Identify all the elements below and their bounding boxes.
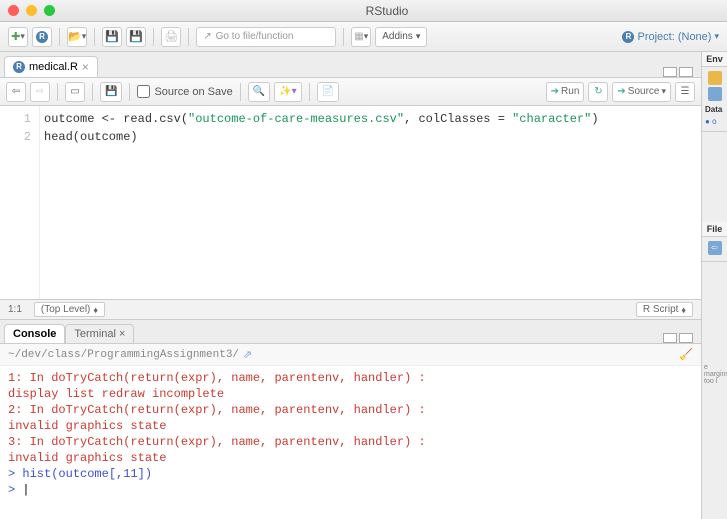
files-pane-tab[interactable]: File [702, 222, 727, 237]
console-cursor[interactable]: | [22, 483, 29, 497]
filetype-selector[interactable]: R Script ♦ [636, 302, 693, 317]
code-area[interactable]: outcome <- read.csv("outcome-of-care-mea… [40, 106, 599, 299]
console-output[interactable]: 1: In doTryCatch(return(expr), name, par… [0, 366, 701, 519]
goto-file-input[interactable]: ↗ Go to file/function [196, 27, 336, 47]
new-file-button[interactable]: ✚▾ [8, 27, 28, 47]
save-all-button[interactable]: 💾 [126, 27, 146, 47]
new-project-button[interactable]: R [32, 27, 52, 47]
minimize-pane-button[interactable] [663, 67, 677, 77]
line-gutter: 12 [0, 106, 40, 299]
minimize-console-button[interactable] [663, 333, 677, 343]
show-in-new-window-button[interactable]: ▭ [65, 82, 85, 102]
console-line: invalid graphics state [8, 450, 693, 466]
source-on-save-label: Source on Save [154, 86, 232, 98]
source-button[interactable]: ➔Source▾ [612, 82, 671, 102]
console-command: hist(outcome[,11]) [22, 467, 152, 481]
close-window-button[interactable] [8, 5, 19, 16]
source-label: Source [628, 86, 660, 97]
tab-console[interactable]: Console [4, 324, 65, 343]
terminal-label: Terminal [74, 328, 116, 340]
r-icon: R [622, 31, 634, 43]
tab-terminal[interactable]: Terminal × [65, 324, 134, 343]
project-menu[interactable]: R Project: (None) ▾ [622, 31, 719, 43]
workspace-panes-button[interactable]: ▦▾ [351, 27, 371, 47]
forward-button[interactable]: ⇨ [30, 82, 50, 102]
global-env-icon[interactable] [708, 87, 722, 101]
cursor-position: 1:1 [8, 304, 22, 315]
close-tab-icon[interactable]: × [82, 60, 89, 74]
r-file-icon: R [13, 61, 25, 73]
maximize-console-button[interactable] [679, 333, 693, 343]
environment-pane-tab[interactable]: Env [702, 52, 727, 67]
console-line: display list redraw incomplete [8, 386, 693, 402]
browse-dir-icon[interactable]: ⇗ [243, 348, 252, 362]
save-button[interactable]: 💾 [102, 27, 122, 47]
find-button[interactable]: 🔍 [248, 82, 270, 102]
window-title: RStudio [55, 4, 719, 18]
data-label: Data [704, 103, 725, 116]
code-editor[interactable]: 12 outcome <- read.csv("outcome-of-care-… [0, 106, 701, 299]
addins-dropdown[interactable]: Addins ▾ [375, 27, 427, 47]
goto-placeholder: Go to file/function [216, 31, 294, 42]
tab-medical-r[interactable]: R medical.R × [4, 56, 98, 77]
console-line: 1: In doTryCatch(return(expr), name, par… [8, 370, 693, 386]
back-arrow-icon[interactable]: ⇦ [708, 241, 722, 255]
maximize-pane-button[interactable] [679, 67, 693, 77]
console-working-dir: ~/dev/class/ProgrammingAssignment3/ [8, 349, 239, 361]
plot-error-text: e margins too l [702, 362, 727, 387]
chevron-down-icon: ▾ [416, 31, 421, 42]
import-icon[interactable] [708, 71, 722, 85]
back-button[interactable]: ⇦ [6, 82, 26, 102]
open-file-button[interactable]: 📂▾ [67, 27, 87, 47]
goto-icon: ↗ [203, 31, 211, 42]
compile-report-button[interactable]: 📄 [317, 82, 339, 102]
scope-selector[interactable]: (Top Level) ♦ [34, 302, 105, 317]
save-file-button[interactable]: 💾 [100, 82, 122, 102]
console-prompt: > [8, 467, 15, 481]
run-label: Run [561, 86, 579, 97]
project-label: Project: (None) [637, 31, 711, 43]
run-button[interactable]: ➔Run [546, 82, 585, 102]
close-terminal-icon[interactable]: × [119, 328, 125, 340]
console-line: 2: In doTryCatch(return(expr), name, par… [8, 402, 693, 418]
console-prompt: > [8, 483, 15, 497]
filetype-label: R Script [643, 304, 679, 315]
outline-button[interactable]: ☰ [675, 82, 695, 102]
print-button[interactable]: 🖨 [161, 27, 181, 47]
clear-console-icon[interactable]: 🧹 [679, 348, 693, 362]
data-object-o[interactable]: ● o [704, 116, 725, 127]
console-line: 3: In doTryCatch(return(expr), name, par… [8, 434, 693, 450]
console-line: invalid graphics state [8, 418, 693, 434]
tab-label: medical.R [29, 61, 78, 73]
code-tools-button[interactable]: ✨▾ [274, 82, 301, 102]
scope-label: (Top Level) [41, 304, 90, 315]
chevron-down-icon: ▾ [714, 31, 719, 42]
zoom-window-button[interactable] [44, 5, 55, 16]
source-on-save-checkbox[interactable]: Source on Save [137, 85, 232, 98]
addins-label: Addins [382, 31, 413, 42]
rerun-button[interactable]: ↻ [588, 82, 608, 102]
minimize-window-button[interactable] [26, 5, 37, 16]
